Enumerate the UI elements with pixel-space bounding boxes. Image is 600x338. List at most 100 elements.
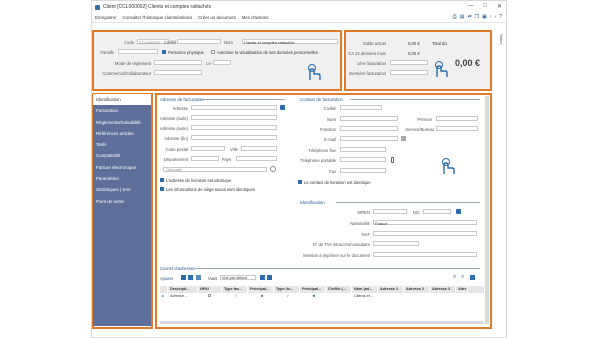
contact-civilite-label: Civilité bbox=[323, 106, 336, 111]
email-field[interactable] bbox=[340, 136, 398, 141]
autoriser-checkbox[interactable] bbox=[211, 50, 215, 54]
fax-field[interactable] bbox=[340, 168, 386, 173]
sidebar-item-comptabilite[interactable]: Comptabilité bbox=[93, 150, 151, 161]
column-header[interactable]: Principal... bbox=[248, 286, 274, 293]
next-icon[interactable]: › bbox=[495, 14, 497, 20]
maximize-button[interactable]: □ bbox=[483, 3, 487, 10]
famille-select[interactable] bbox=[118, 49, 158, 54]
grid-settings-icon[interactable] bbox=[470, 275, 475, 280]
nic-field[interactable] bbox=[423, 209, 451, 214]
edit-icon[interactable] bbox=[181, 275, 186, 280]
print-icon[interactable]: ⎙ bbox=[453, 14, 457, 20]
sidebar-item-tarifs[interactable]: Tarifs bbox=[93, 139, 151, 150]
document-icon[interactable]: ▤ bbox=[460, 14, 465, 20]
personne-physique-checkbox[interactable] bbox=[162, 50, 166, 54]
sidebar-item-statistiques[interactable]: Statistiques | SAV bbox=[93, 184, 151, 195]
filter-icon[interactable] bbox=[196, 275, 201, 280]
actions-button[interactable]: Mes d'actions bbox=[242, 15, 269, 20]
column-header[interactable]: Principal... bbox=[300, 286, 326, 293]
departement-select[interactable] bbox=[191, 156, 219, 161]
column-header[interactable]: Type liv... bbox=[274, 286, 300, 293]
mention-field[interactable] bbox=[373, 252, 477, 257]
siren-field[interactable] bbox=[373, 209, 407, 214]
export-icon[interactable] bbox=[267, 275, 272, 280]
adresse-suite1-field[interactable] bbox=[191, 115, 277, 120]
civilite-select[interactable] bbox=[177, 39, 221, 44]
add-address-button[interactable]: Ajouter bbox=[160, 276, 173, 281]
contact-civilite-select[interactable] bbox=[340, 105, 382, 110]
sidebar-item-facturation[interactable]: Facturation bbox=[93, 105, 151, 116]
code-postal-field[interactable] bbox=[191, 146, 225, 151]
zoom-icon[interactable]: ⌕ bbox=[461, 274, 464, 281]
column-header[interactable]: Descripti... bbox=[168, 286, 198, 293]
le-field[interactable] bbox=[213, 60, 231, 65]
email-icon[interactable] bbox=[401, 136, 406, 141]
fonction-field[interactable] bbox=[340, 126, 398, 131]
contact-nom-field[interactable] bbox=[340, 116, 398, 121]
tva-field[interactable] bbox=[373, 241, 419, 246]
main-scrollbar[interactable] bbox=[485, 96, 489, 324]
sidebar-item-facture-electronique[interactable]: Facture électronique bbox=[93, 162, 151, 173]
premiere-facturation-field[interactable] bbox=[390, 60, 428, 65]
history-button[interactable]: Consulter l'historique clients/articles bbox=[122, 15, 192, 20]
column-header[interactable]: Adresse 3 bbox=[430, 286, 456, 293]
commercial-select[interactable] bbox=[154, 70, 202, 75]
copy-icon[interactable]: ❐ bbox=[475, 14, 479, 20]
previous-icon[interactable]: ‹ bbox=[490, 14, 492, 20]
adresse-suite3-field[interactable] bbox=[191, 135, 277, 140]
map-icon[interactable] bbox=[280, 105, 285, 110]
derniere-facturation-field[interactable] bbox=[390, 70, 428, 75]
ville-select[interactable] bbox=[241, 146, 277, 151]
geoloc-field[interactable]: Géocodé bbox=[163, 167, 267, 172]
column-header[interactable]: Type fac... bbox=[222, 286, 248, 293]
column-header[interactable]: Adresse 1 bbox=[378, 286, 404, 293]
tel-portable-field[interactable] bbox=[340, 157, 386, 162]
nom-field[interactable]: Clients et comptes rattachés bbox=[242, 39, 338, 45]
sidebar-item-references[interactable]: Références articles bbox=[93, 128, 151, 139]
table-cell: ■ bbox=[260, 294, 264, 298]
sidebar-item-point-de-vente[interactable]: Point de vente bbox=[93, 196, 151, 207]
service-field[interactable] bbox=[436, 126, 478, 131]
search-icon[interactable]: ⌕ bbox=[453, 274, 456, 281]
mode-reglement-select[interactable] bbox=[154, 60, 202, 65]
ca-value: 0,00 € bbox=[408, 51, 420, 56]
location-icon[interactable] bbox=[270, 166, 276, 172]
minimize-button[interactable]: — bbox=[467, 3, 473, 10]
tel-fixe-field[interactable] bbox=[340, 147, 386, 152]
create-document-button[interactable]: Créer un document bbox=[198, 15, 236, 20]
adresse-field[interactable] bbox=[191, 105, 277, 110]
delete-icon[interactable]: ▣ bbox=[482, 14, 487, 20]
vue-select[interactable]: Vue par défaut bbox=[220, 275, 256, 280]
search-company-icon[interactable] bbox=[456, 209, 461, 214]
contact-identique-checkbox[interactable] bbox=[298, 180, 302, 184]
notes-tab[interactable]: Notes bbox=[496, 34, 504, 48]
mobile-icon[interactable] bbox=[391, 157, 394, 163]
table-row[interactable]: ▸ Adresse ... ✓ ■ ✓ ■ Clients et ... bbox=[160, 293, 484, 299]
adresse-suite2-field[interactable] bbox=[191, 125, 277, 130]
transfer-icon[interactable]: ⇄ bbox=[467, 14, 471, 20]
sidebar-item-identification[interactable]: Identification bbox=[93, 94, 151, 106]
premiere-facturation-label: 1ère facturation bbox=[356, 61, 386, 66]
delete-row-icon[interactable] bbox=[188, 275, 193, 280]
sidebar-item-parametres[interactable]: Paramètres bbox=[93, 173, 151, 184]
view-options-icon[interactable] bbox=[260, 275, 265, 280]
sidebar-item-reglements[interactable]: Règlements/Solvabilité bbox=[93, 117, 151, 128]
column-header[interactable]: Civilité (... bbox=[326, 286, 352, 293]
column-header[interactable]: NPAI bbox=[198, 286, 222, 293]
infos-identiques-checkbox[interactable] bbox=[160, 187, 164, 191]
column-header[interactable]: Adresse 2 bbox=[404, 286, 430, 293]
nationalite-select[interactable]: France bbox=[373, 220, 477, 226]
npai-checkbox-cell[interactable] bbox=[198, 293, 222, 299]
help-icon[interactable]: ? bbox=[499, 14, 502, 20]
column-header[interactable]: Nom (ad... bbox=[352, 286, 378, 293]
pays-select[interactable] bbox=[236, 156, 277, 161]
departement-label: Département bbox=[163, 157, 188, 162]
grid-horizontal-scrollbar[interactable] bbox=[160, 321, 484, 324]
column-header[interactable]: Adre bbox=[456, 286, 468, 293]
livraison-identique-checkbox[interactable] bbox=[160, 178, 164, 182]
save-button[interactable]: Enregistrer bbox=[95, 15, 116, 20]
contact-prenom-field[interactable] bbox=[436, 116, 478, 121]
close-button[interactable]: ✕ bbox=[497, 3, 502, 10]
naf-select[interactable] bbox=[373, 231, 477, 236]
contact-prenom-label: Prénom bbox=[417, 117, 432, 122]
